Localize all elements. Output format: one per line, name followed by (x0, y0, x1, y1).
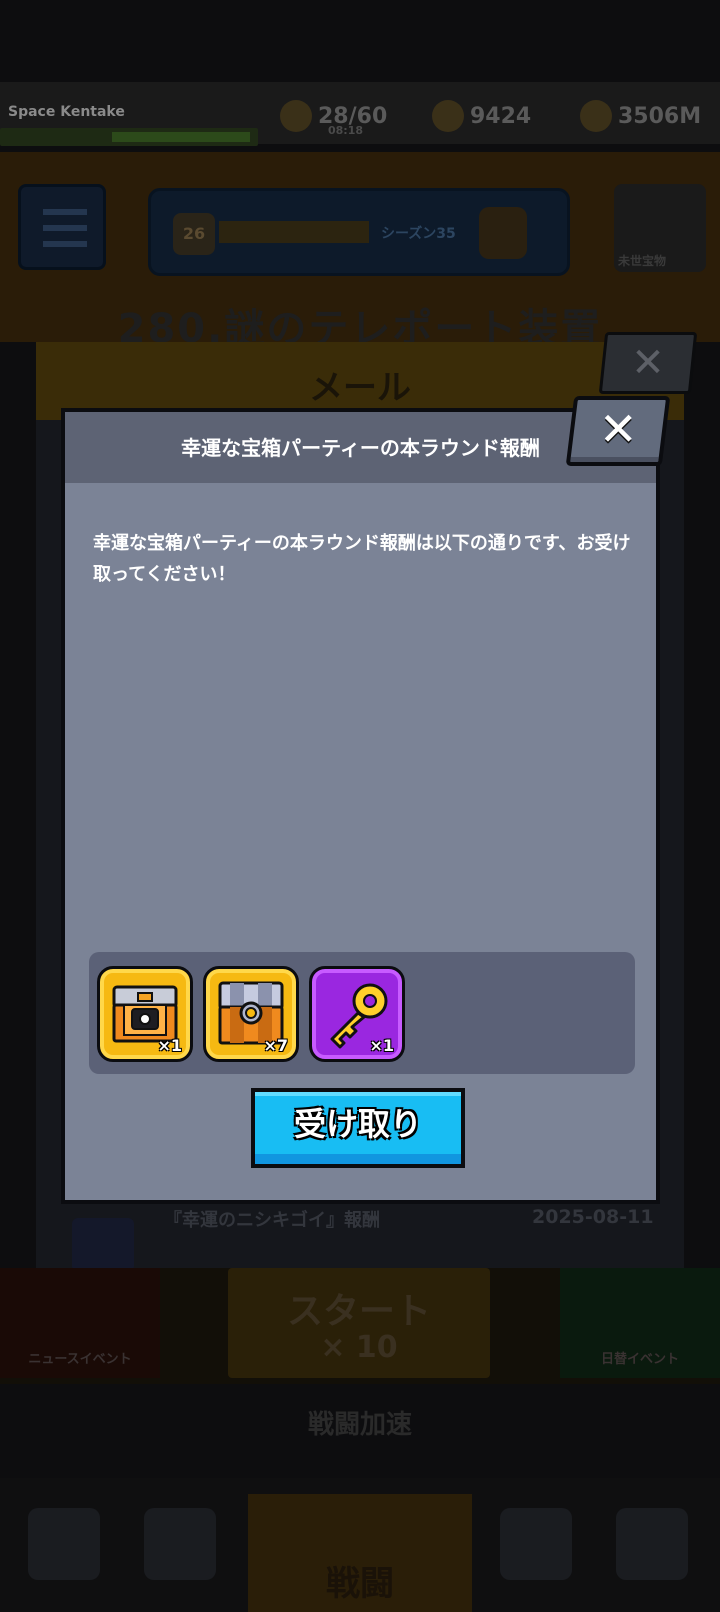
season-pass-bar[interactable]: 26 シーズン35 (148, 188, 570, 276)
close-icon: ✕ (631, 340, 665, 386)
season-progress (219, 221, 369, 243)
mail-close-button[interactable]: ✕ (598, 332, 698, 394)
gem-counter[interactable]: 9424 (432, 96, 531, 136)
season-level: 26 (173, 213, 215, 255)
nav-equipment-icon[interactable] (144, 1508, 216, 1580)
menu-button[interactable] (18, 184, 106, 270)
reward-list: ×1 ×7 ×1 (89, 952, 635, 1074)
left-event-button[interactable]: ニュースイベント (0, 1268, 160, 1378)
claim-button-label: 受け取り (293, 1105, 422, 1143)
reward-qty: ×7 (263, 1036, 288, 1055)
nav-guild-icon[interactable] (616, 1508, 688, 1580)
player-exp-bar (0, 128, 258, 146)
dialog-message: 幸運な宝箱パーティーの本ラウンド報酬は以下の通りです、お受け取ってください！ (93, 533, 631, 585)
reward-item[interactable]: ×7 (203, 966, 299, 1062)
gift-icon (72, 1218, 134, 1272)
nav-battle-button[interactable]: 戦闘 (248, 1494, 472, 1612)
battle-speed-label[interactable]: 戦闘加速 (0, 1404, 720, 1441)
right-event-button[interactable]: 日替イベント (560, 1268, 720, 1378)
player-name: Space Kentake (8, 104, 125, 120)
reward-qty: ×1 (157, 1036, 182, 1055)
close-icon: ✕ (598, 402, 638, 456)
reward-qty: ×1 (369, 1036, 394, 1055)
season-shield-icon (479, 207, 527, 259)
season-label: シーズン35 (381, 226, 456, 242)
stamina-counter[interactable]: 28/60 08:18 (280, 96, 387, 137)
coin-icon (580, 100, 612, 132)
mail-row-subject: 『幸運のニシキゴイ』報酬 (164, 1210, 380, 1231)
reward-dialog: 幸運な宝箱パーティーの本ラウンド報酬 幸運な宝箱パーティーの本ラウンド報酬は以下… (61, 408, 660, 1204)
dialog-close-button[interactable]: ✕ (565, 396, 671, 466)
stamina-timer: 08:18 (328, 124, 364, 137)
treasure-button[interactable]: 未世宝物 (614, 184, 706, 272)
start-cost: × 10 (320, 1330, 398, 1365)
coin-counter[interactable]: 3506M (580, 96, 701, 136)
reward-item[interactable]: ×1 (309, 966, 405, 1062)
nav-skills-icon[interactable] (500, 1508, 572, 1580)
gem-icon (432, 100, 464, 132)
stamina-icon (280, 100, 312, 132)
player-profile[interactable]: Space Kentake (0, 88, 258, 158)
mail-row-date: 2025-08-11 (532, 1206, 654, 1228)
nav-shop-icon[interactable] (28, 1508, 100, 1580)
start-button[interactable]: スタート × 10 (228, 1268, 490, 1378)
claim-button[interactable]: 受け取り (251, 1088, 465, 1168)
reward-item[interactable]: ×1 (97, 966, 193, 1062)
